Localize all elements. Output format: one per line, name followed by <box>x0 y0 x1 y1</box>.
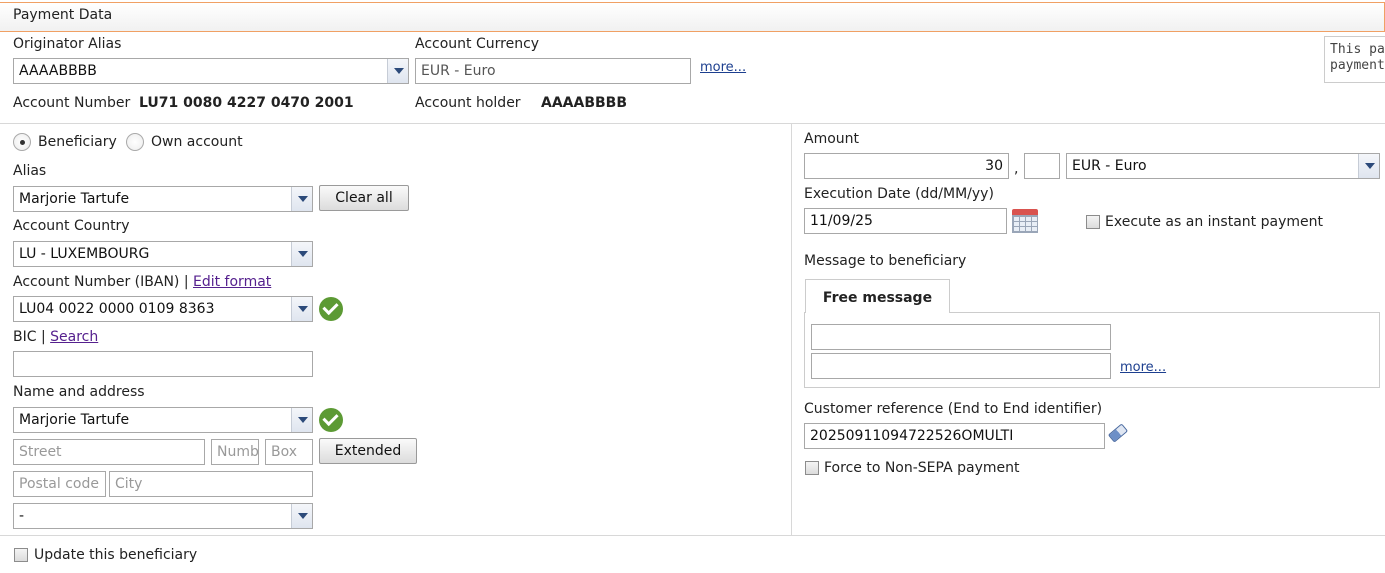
address-country-value: - <box>19 508 25 524</box>
chevron-down-icon <box>291 504 312 528</box>
chevron-down-icon <box>291 408 312 432</box>
account-holder-label: Account holder <box>415 95 521 111</box>
iban-label-wrap: Account Number (IBAN) | Edit format <box>13 274 271 290</box>
chevron-down-icon <box>1358 154 1379 178</box>
name-select[interactable]: Marjorie Tartufe <box>13 407 313 433</box>
force-non-sepa-label: Force to Non-SEPA payment <box>824 460 1020 476</box>
info-box: This pay payment <box>1324 36 1385 83</box>
originator-alias-value: AAAABBBB <box>19 63 97 79</box>
amount-separator: , <box>1014 161 1019 177</box>
edit-format-link[interactable]: Edit format <box>193 274 271 290</box>
tab-free-message[interactable]: Free message <box>805 279 950 313</box>
calendar-icon[interactable] <box>1012 209 1038 233</box>
divider-top <box>0 123 1385 124</box>
account-country-label: Account Country <box>13 218 130 234</box>
alias-label: Alias <box>13 163 47 179</box>
iban-label: Account Number (IBAN) | <box>13 274 189 290</box>
account-number-value: LU71 0080 4227 0470 2001 <box>139 95 354 111</box>
chevron-down-icon <box>291 297 312 321</box>
execution-date-label: Execution Date (dd/MM/yy) <box>804 186 994 202</box>
message-line-1-input[interactable] <box>811 324 1111 350</box>
message-label: Message to beneficiary <box>804 253 967 269</box>
name-value: Marjorie Tartufe <box>19 412 130 428</box>
originator-alias-label: Originator Alias <box>13 36 122 52</box>
extended-button[interactable]: Extended <box>319 438 417 464</box>
clear-all-button[interactable]: Clear all <box>319 185 409 211</box>
bic-label: BIC | <box>13 329 46 345</box>
check-circle-icon <box>319 408 343 432</box>
beneficiary-radio[interactable] <box>13 133 31 151</box>
bic-label-wrap: BIC | Search <box>13 329 98 345</box>
amount-cents-input[interactable] <box>1024 153 1060 179</box>
divider-vertical <box>791 124 792 535</box>
originator-alias-select[interactable]: AAAABBBB <box>13 58 409 84</box>
info-line-1: This pay <box>1330 42 1385 57</box>
execution-date-input[interactable]: 11/09/25 <box>804 208 1007 234</box>
section-header: Payment Data <box>0 2 1385 32</box>
bic-search-link[interactable]: Search <box>50 329 98 345</box>
city-input[interactable]: City <box>109 471 313 497</box>
street-input[interactable]: Street <box>13 439 205 465</box>
account-currency-field: EUR - Euro <box>415 58 691 84</box>
account-country-value: LU - LUXEMBOURG <box>19 246 150 262</box>
amount-label: Amount <box>804 131 860 147</box>
customer-reference-input[interactable]: 20250911094722526OMULTI <box>804 423 1105 449</box>
update-beneficiary-label: Update this beneficiary <box>34 547 198 563</box>
instant-payment-label: Execute as an instant payment <box>1105 214 1323 230</box>
payment-currency-select[interactable]: EUR - Euro <box>1066 153 1380 179</box>
amount-input[interactable]: 30 <box>804 153 1009 179</box>
account-number-label: Account Number <box>13 95 131 111</box>
account-holder-value: AAAABBBB <box>541 95 628 111</box>
name-address-label: Name and address <box>13 384 145 400</box>
update-beneficiary-checkbox[interactable] <box>14 548 28 562</box>
message-line-2-input[interactable] <box>811 353 1111 379</box>
force-non-sepa-checkbox[interactable] <box>805 461 819 475</box>
chevron-down-icon <box>387 59 408 83</box>
own-account-radio-label: Own account <box>151 134 243 150</box>
box-input[interactable]: Box <box>265 439 313 465</box>
eraser-icon[interactable] <box>1105 423 1127 443</box>
account-country-select[interactable]: LU - LUXEMBOURG <box>13 241 313 267</box>
chevron-down-icon <box>291 242 312 266</box>
postal-code-input[interactable]: Postal code <box>13 471 106 497</box>
payment-currency-value: EUR - Euro <box>1072 158 1147 174</box>
info-line-2: payment <box>1330 58 1385 73</box>
address-country-select[interactable]: - <box>13 503 313 529</box>
beneficiary-radio-label: Beneficiary <box>38 134 117 150</box>
check-circle-icon <box>319 297 343 321</box>
number-input[interactable]: Number <box>211 439 259 465</box>
beneficiary-alias-select[interactable]: Marjorie Tartufe <box>13 186 313 212</box>
account-currency-label: Account Currency <box>415 36 540 52</box>
chevron-down-icon <box>291 187 312 211</box>
iban-value: LU04 0022 0000 0109 8363 <box>19 301 215 317</box>
customer-reference-label: Customer reference (End to End identifie… <box>804 401 1103 417</box>
bic-input[interactable] <box>13 351 313 377</box>
iban-select[interactable]: LU04 0022 0000 0109 8363 <box>13 296 313 322</box>
own-account-radio[interactable] <box>126 133 144 151</box>
currency-more-link[interactable]: more... <box>700 60 746 75</box>
calendar-icon-grid <box>1012 215 1038 233</box>
instant-payment-checkbox[interactable] <box>1086 215 1100 229</box>
beneficiary-alias-value: Marjorie Tartufe <box>19 191 130 207</box>
section-title: Payment Data <box>13 7 113 23</box>
message-more-link[interactable]: more... <box>1120 360 1166 375</box>
divider-bottom <box>0 535 1385 536</box>
